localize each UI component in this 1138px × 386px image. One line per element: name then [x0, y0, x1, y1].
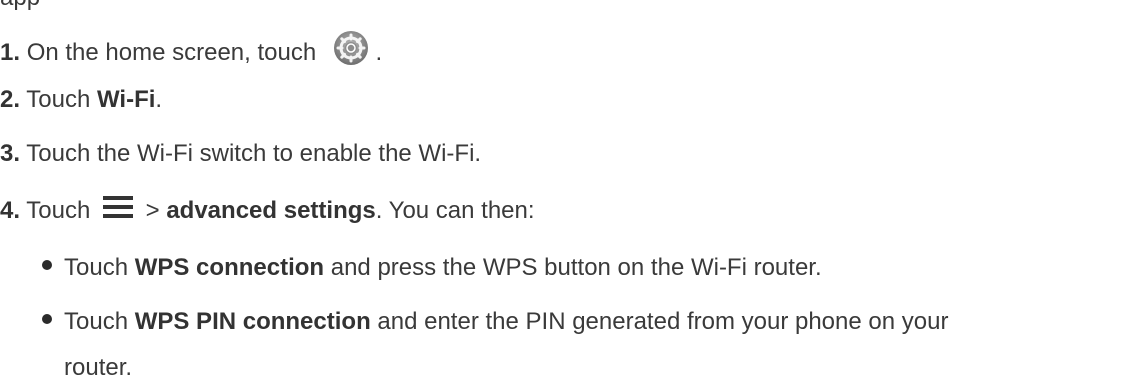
step-number: 1.	[0, 39, 21, 66]
step-text: Touch	[26, 86, 97, 113]
step-text-end: .	[375, 39, 383, 66]
step-text: Touch	[26, 197, 91, 224]
document-page: app 1. On the home screen, touch	[0, 0, 1138, 386]
menu-icon	[102, 196, 133, 218]
step-4: 4. Touch > advanced settings. You can th…	[0, 196, 535, 225]
ui-term-wps-connection: WPS connection	[134, 254, 325, 281]
ui-term-wifi: Wi-Fi	[96, 86, 156, 113]
step-number: 3.	[0, 140, 21, 167]
step-text-end: .	[155, 86, 163, 113]
bullet-icon	[42, 314, 52, 324]
step-text: On the home screen, touch	[26, 39, 317, 66]
partial-text: app	[0, 0, 40, 11]
list-item-continuation: router.	[64, 354, 133, 381]
ui-term-advanced-settings: advanced settings	[166, 197, 376, 224]
bullet-text: Touch	[64, 308, 135, 335]
list-item-wps-pin-connection: Touch WPS PIN connection and enter the P…	[42, 308, 948, 336]
separator: >	[145, 197, 167, 224]
ui-term-wps-pin-connection: WPS PIN connection	[134, 308, 371, 335]
bullet-text-end: and press the WPS button on the Wi-Fi ro…	[324, 254, 822, 281]
gear-icon	[333, 30, 369, 66]
bullet-text: Touch	[64, 254, 135, 281]
list-item-wps-connection: Touch WPS connection and press the WPS b…	[42, 254, 822, 282]
bullet-icon	[42, 260, 52, 270]
bullet-text-end: and enter the PIN generated from your ph…	[370, 308, 949, 335]
step-number: 2.	[0, 86, 21, 113]
step-1: 1. On the home screen, touch .	[0, 30, 382, 67]
step-3: 3. Touch the Wi-Fi switch to enable the …	[0, 140, 481, 168]
step-2: 2. Touch Wi-Fi.	[0, 86, 162, 114]
step-text-end: . You can then:	[375, 197, 535, 224]
step-number: 4.	[0, 197, 21, 224]
partial-text-line: app	[0, 0, 40, 10]
step-text: Touch the Wi-Fi switch to enable the Wi-…	[26, 140, 482, 167]
